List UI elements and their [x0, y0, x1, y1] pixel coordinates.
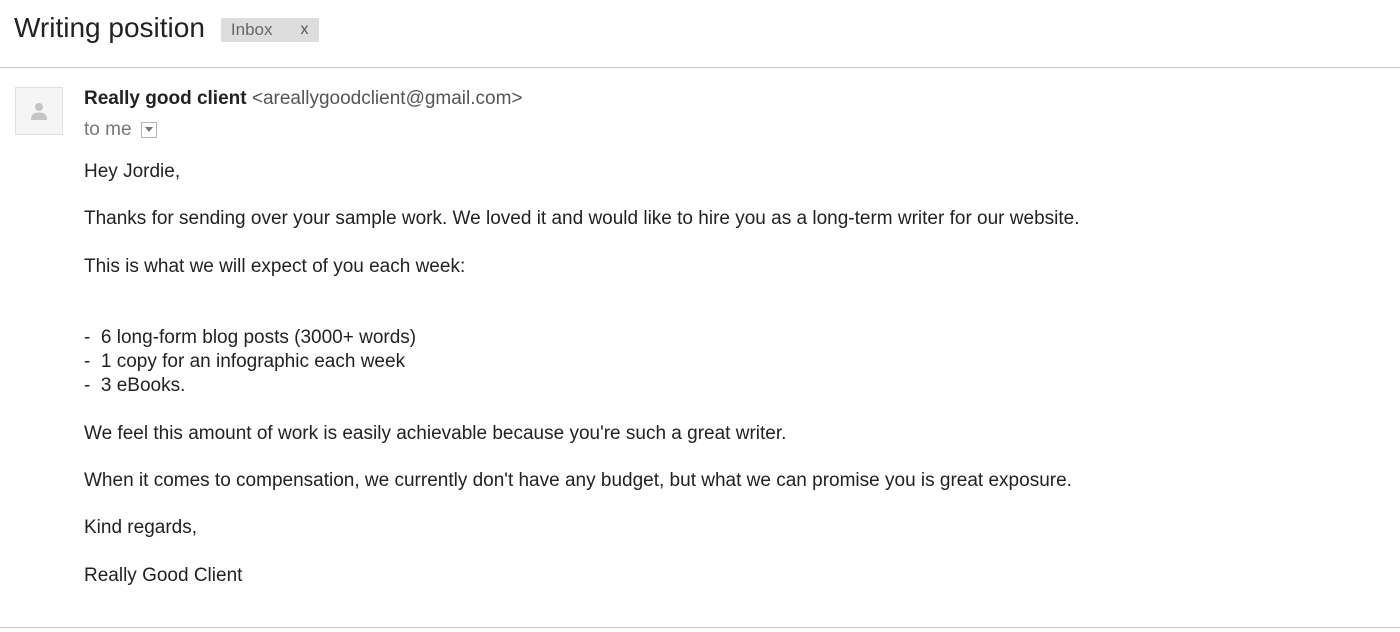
- label-chip-text: Inbox: [230, 20, 273, 39]
- signature: Really Good Client: [84, 565, 243, 586]
- show-details-button[interactable]: [140, 122, 157, 138]
- remove-label-button[interactable]: x: [301, 21, 309, 39]
- subject-row: Writing position Inbox x: [14, 11, 319, 45]
- body-paragraph-3: We feel this amount of work is easily ac…: [84, 423, 787, 444]
- sender-avatar[interactable]: [15, 87, 63, 135]
- list-item: - 3 eBooks.: [84, 375, 186, 396]
- label-chip-inbox[interactable]: Inbox x: [220, 18, 319, 42]
- email-subject: Writing position: [14, 12, 205, 43]
- greeting: Hey Jordie,: [84, 161, 181, 182]
- sender-name[interactable]: Really good client: [84, 88, 247, 109]
- footer-divider: [0, 627, 1400, 628]
- closing: Kind regards,: [84, 517, 198, 538]
- sender-email: <areallygoodclient@gmail.com>: [251, 88, 523, 109]
- body-paragraph-2: This is what we will expect of you each …: [84, 256, 466, 277]
- recipient-text: to me: [84, 119, 132, 140]
- body-paragraph-1: Thanks for sending over your sample work…: [84, 208, 1080, 229]
- sender-line: Really good client <areallygoodclient@gm…: [84, 87, 523, 111]
- body-paragraph-4: When it comes to compensation, we curren…: [84, 470, 1072, 491]
- header-divider: [0, 67, 1400, 68]
- list-item: - 6 long-form blog posts (3000+ words): [84, 327, 417, 348]
- list-item: - 1 copy for an infographic each week: [84, 351, 406, 372]
- chevron-down-icon: [144, 127, 153, 132]
- person-silhouette-icon: [31, 103, 47, 120]
- recipient-line: to me: [84, 119, 157, 141]
